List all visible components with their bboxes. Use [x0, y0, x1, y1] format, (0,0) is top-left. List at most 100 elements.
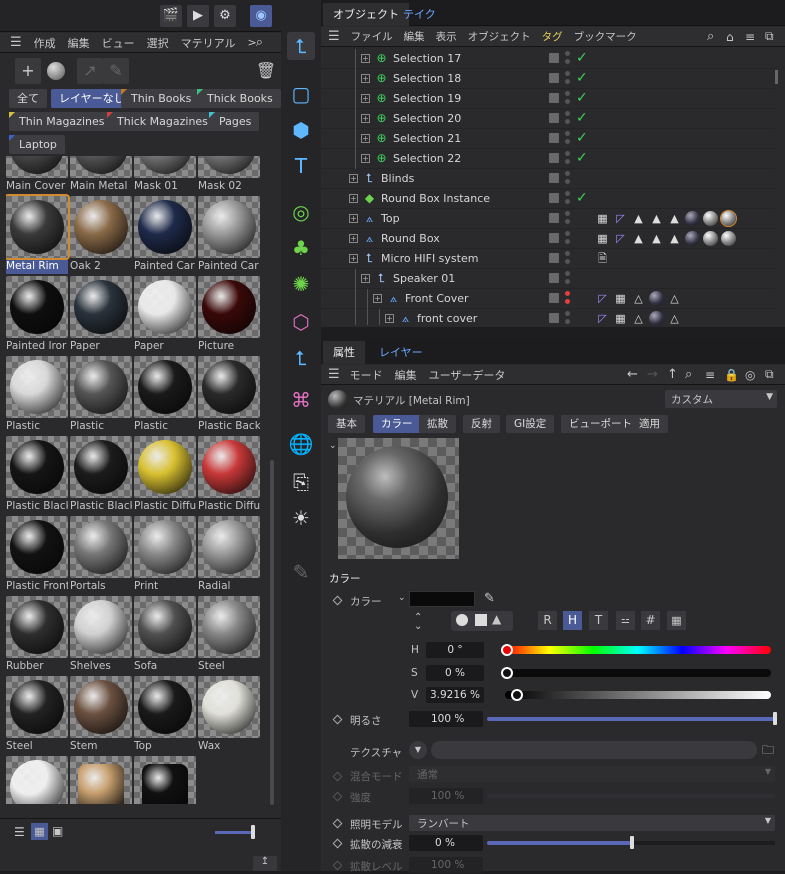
visibility-dots[interactable]	[565, 311, 571, 325]
visibility-dots[interactable]	[565, 111, 571, 127]
field-icon[interactable]: ⌘	[287, 386, 315, 414]
material-tile[interactable]: Metal Rim	[6, 194, 70, 274]
material-tile[interactable]: Plastic Black	[70, 436, 132, 514]
object-row[interactable]: + ⊕ Selection 18 ✓	[321, 69, 775, 89]
material-preview[interactable]	[338, 438, 459, 559]
selection-tag-icon[interactable]: ▲	[667, 211, 682, 226]
visibility-dots[interactable]	[565, 271, 571, 287]
check-icon[interactable]: ✓	[576, 70, 588, 86]
object-row[interactable]: + ⊕ Selection 17 ✓	[321, 49, 775, 69]
object-row[interactable]: + ◆ Round Box Instance ✓	[321, 189, 775, 209]
add-icon[interactable]: +	[15, 58, 41, 84]
expand-toggle-icon[interactable]: +	[361, 274, 370, 283]
object-row[interactable]: + ⟑ front cover ◸ ▦ △ △	[321, 309, 775, 325]
render-settings-icon[interactable]: ⚙	[214, 5, 236, 27]
expand-icon[interactable]: ↥	[253, 856, 277, 871]
cloner-icon[interactable]: ♣	[287, 234, 315, 262]
material-tile[interactable]	[6, 756, 68, 804]
material-tile[interactable]: Wax	[198, 676, 260, 754]
rgb-mode-button[interactable]: R	[538, 611, 557, 630]
menu-bookmarks[interactable]: ブックマーク	[574, 29, 637, 44]
expand-toggle-icon[interactable]: +	[385, 314, 394, 323]
swatches-icon[interactable]: ▦	[667, 611, 686, 630]
search-icon[interactable]: ⌕	[707, 29, 714, 44]
popout-icon[interactable]: ⧉	[765, 367, 774, 382]
edit-icon[interactable]	[549, 173, 559, 183]
object-row[interactable]: + ⊕ Selection 19 ✓	[321, 89, 775, 109]
expand-toggle-icon[interactable]: +	[349, 234, 358, 243]
object-row[interactable]: + ⊕ Selection 20 ✓	[321, 109, 775, 129]
light-icon[interactable]: ☀	[287, 504, 315, 532]
material-tile[interactable]: Portals	[70, 516, 132, 594]
menu-mode[interactable]: モード	[350, 367, 383, 383]
environment-icon[interactable]: 🌐	[287, 430, 315, 458]
check-icon[interactable]: ✓	[576, 130, 588, 146]
tab-layers[interactable]: レイヤー	[369, 341, 433, 364]
menu-edit[interactable]: 編集	[68, 35, 90, 51]
material-tag-icon[interactable]	[703, 231, 718, 246]
tag-thin-magazines[interactable]: Thin Magazines	[9, 112, 113, 131]
hamburger-icon[interactable]: ☰	[328, 29, 340, 44]
object-row[interactable]: + ⟑ Round Box ▦ ◸ ▲ ▲ ▲	[321, 229, 775, 249]
texture-field[interactable]	[431, 741, 757, 759]
square-icon[interactable]	[475, 614, 487, 626]
edit-icon[interactable]	[549, 113, 559, 123]
hue-slider[interactable]	[505, 646, 771, 654]
check-icon[interactable]: ✓	[576, 110, 588, 126]
falloff-field[interactable]: 0 %	[409, 835, 483, 851]
material-tag-icon[interactable]	[720, 210, 737, 227]
menu-create[interactable]: 作成	[34, 35, 56, 51]
kelvin-mode-button[interactable]: T	[589, 611, 608, 630]
material-tile[interactable]: Painted Car	[198, 196, 260, 274]
search-icon[interactable]: ⌕	[685, 367, 692, 382]
falloff-handle[interactable]	[630, 836, 634, 849]
tag-all[interactable]: 全て	[9, 89, 47, 108]
s-field[interactable]: 0 %	[426, 665, 484, 681]
material-tile[interactable]: Plastic Black	[6, 436, 68, 514]
material-tile[interactable]: Plastic Diffu	[198, 436, 260, 514]
material-tile[interactable]: Steel	[6, 676, 68, 754]
material-tile[interactable]: Plastic	[70, 356, 132, 434]
chevron-down-icon[interactable]: ⌄	[398, 593, 406, 603]
grid-view-icon[interactable]: ▦	[31, 823, 48, 840]
keyframe-icon[interactable]	[332, 595, 343, 606]
visibility-dots[interactable]	[565, 191, 571, 207]
visibility-dots[interactable]	[565, 291, 571, 307]
camera-icon[interactable]: ⎘	[287, 468, 315, 496]
search-icon[interactable]: ⌕	[256, 35, 263, 50]
forward-arrow-icon[interactable]: →	[647, 367, 658, 382]
subtab-viewport[interactable]: ビューポート	[561, 415, 640, 433]
material-tile[interactable]: Painted Iror	[6, 276, 68, 354]
uvw-tag-icon[interactable]: ▦	[595, 211, 610, 226]
effector-icon[interactable]: ✺	[287, 270, 315, 298]
menu-view[interactable]: 表示	[436, 29, 457, 44]
menu-file[interactable]: ファイル	[351, 29, 393, 44]
value-slider[interactable]	[505, 691, 771, 699]
visibility-dots[interactable]	[565, 171, 571, 187]
brightness-field[interactable]: 100 %	[409, 711, 483, 727]
keyframe-icon[interactable]	[332, 818, 343, 829]
visibility-dots[interactable]	[565, 211, 571, 227]
edit-icon[interactable]	[549, 213, 559, 223]
expand-toggle-icon[interactable]: +	[349, 194, 358, 203]
trash-icon[interactable]: 🗑	[253, 58, 279, 84]
zoom-slider-handle[interactable]	[251, 825, 255, 839]
material-tile[interactable]: Oak 2	[70, 196, 132, 274]
material-tile[interactable]: Shelves	[70, 596, 132, 674]
collapse-icon[interactable]: ⌃ ⌄	[414, 613, 422, 632]
edit-icon[interactable]	[549, 153, 559, 163]
saturation-handle[interactable]	[501, 667, 513, 679]
material-tag-icon[interactable]	[685, 211, 700, 226]
expand-toggle-icon[interactable]: +	[361, 154, 370, 163]
preset-dropdown[interactable]: カスタム ▼	[665, 390, 777, 408]
image-icon[interactable]: ▲	[492, 612, 501, 626]
selection-tag-icon[interactable]: ▲	[667, 231, 682, 246]
object-row[interactable]: + ⮤ Blinds	[321, 169, 775, 189]
menu-userdata[interactable]: ユーザーデータ	[429, 367, 506, 383]
pen-icon[interactable]: ✎	[287, 558, 315, 586]
tab-attributes[interactable]: 属性	[323, 341, 365, 364]
edit-icon[interactable]	[549, 313, 559, 323]
keyframe-icon[interactable]	[332, 838, 343, 849]
visibility-dots[interactable]	[565, 51, 571, 67]
tag-laptop[interactable]: Laptop	[9, 135, 65, 154]
